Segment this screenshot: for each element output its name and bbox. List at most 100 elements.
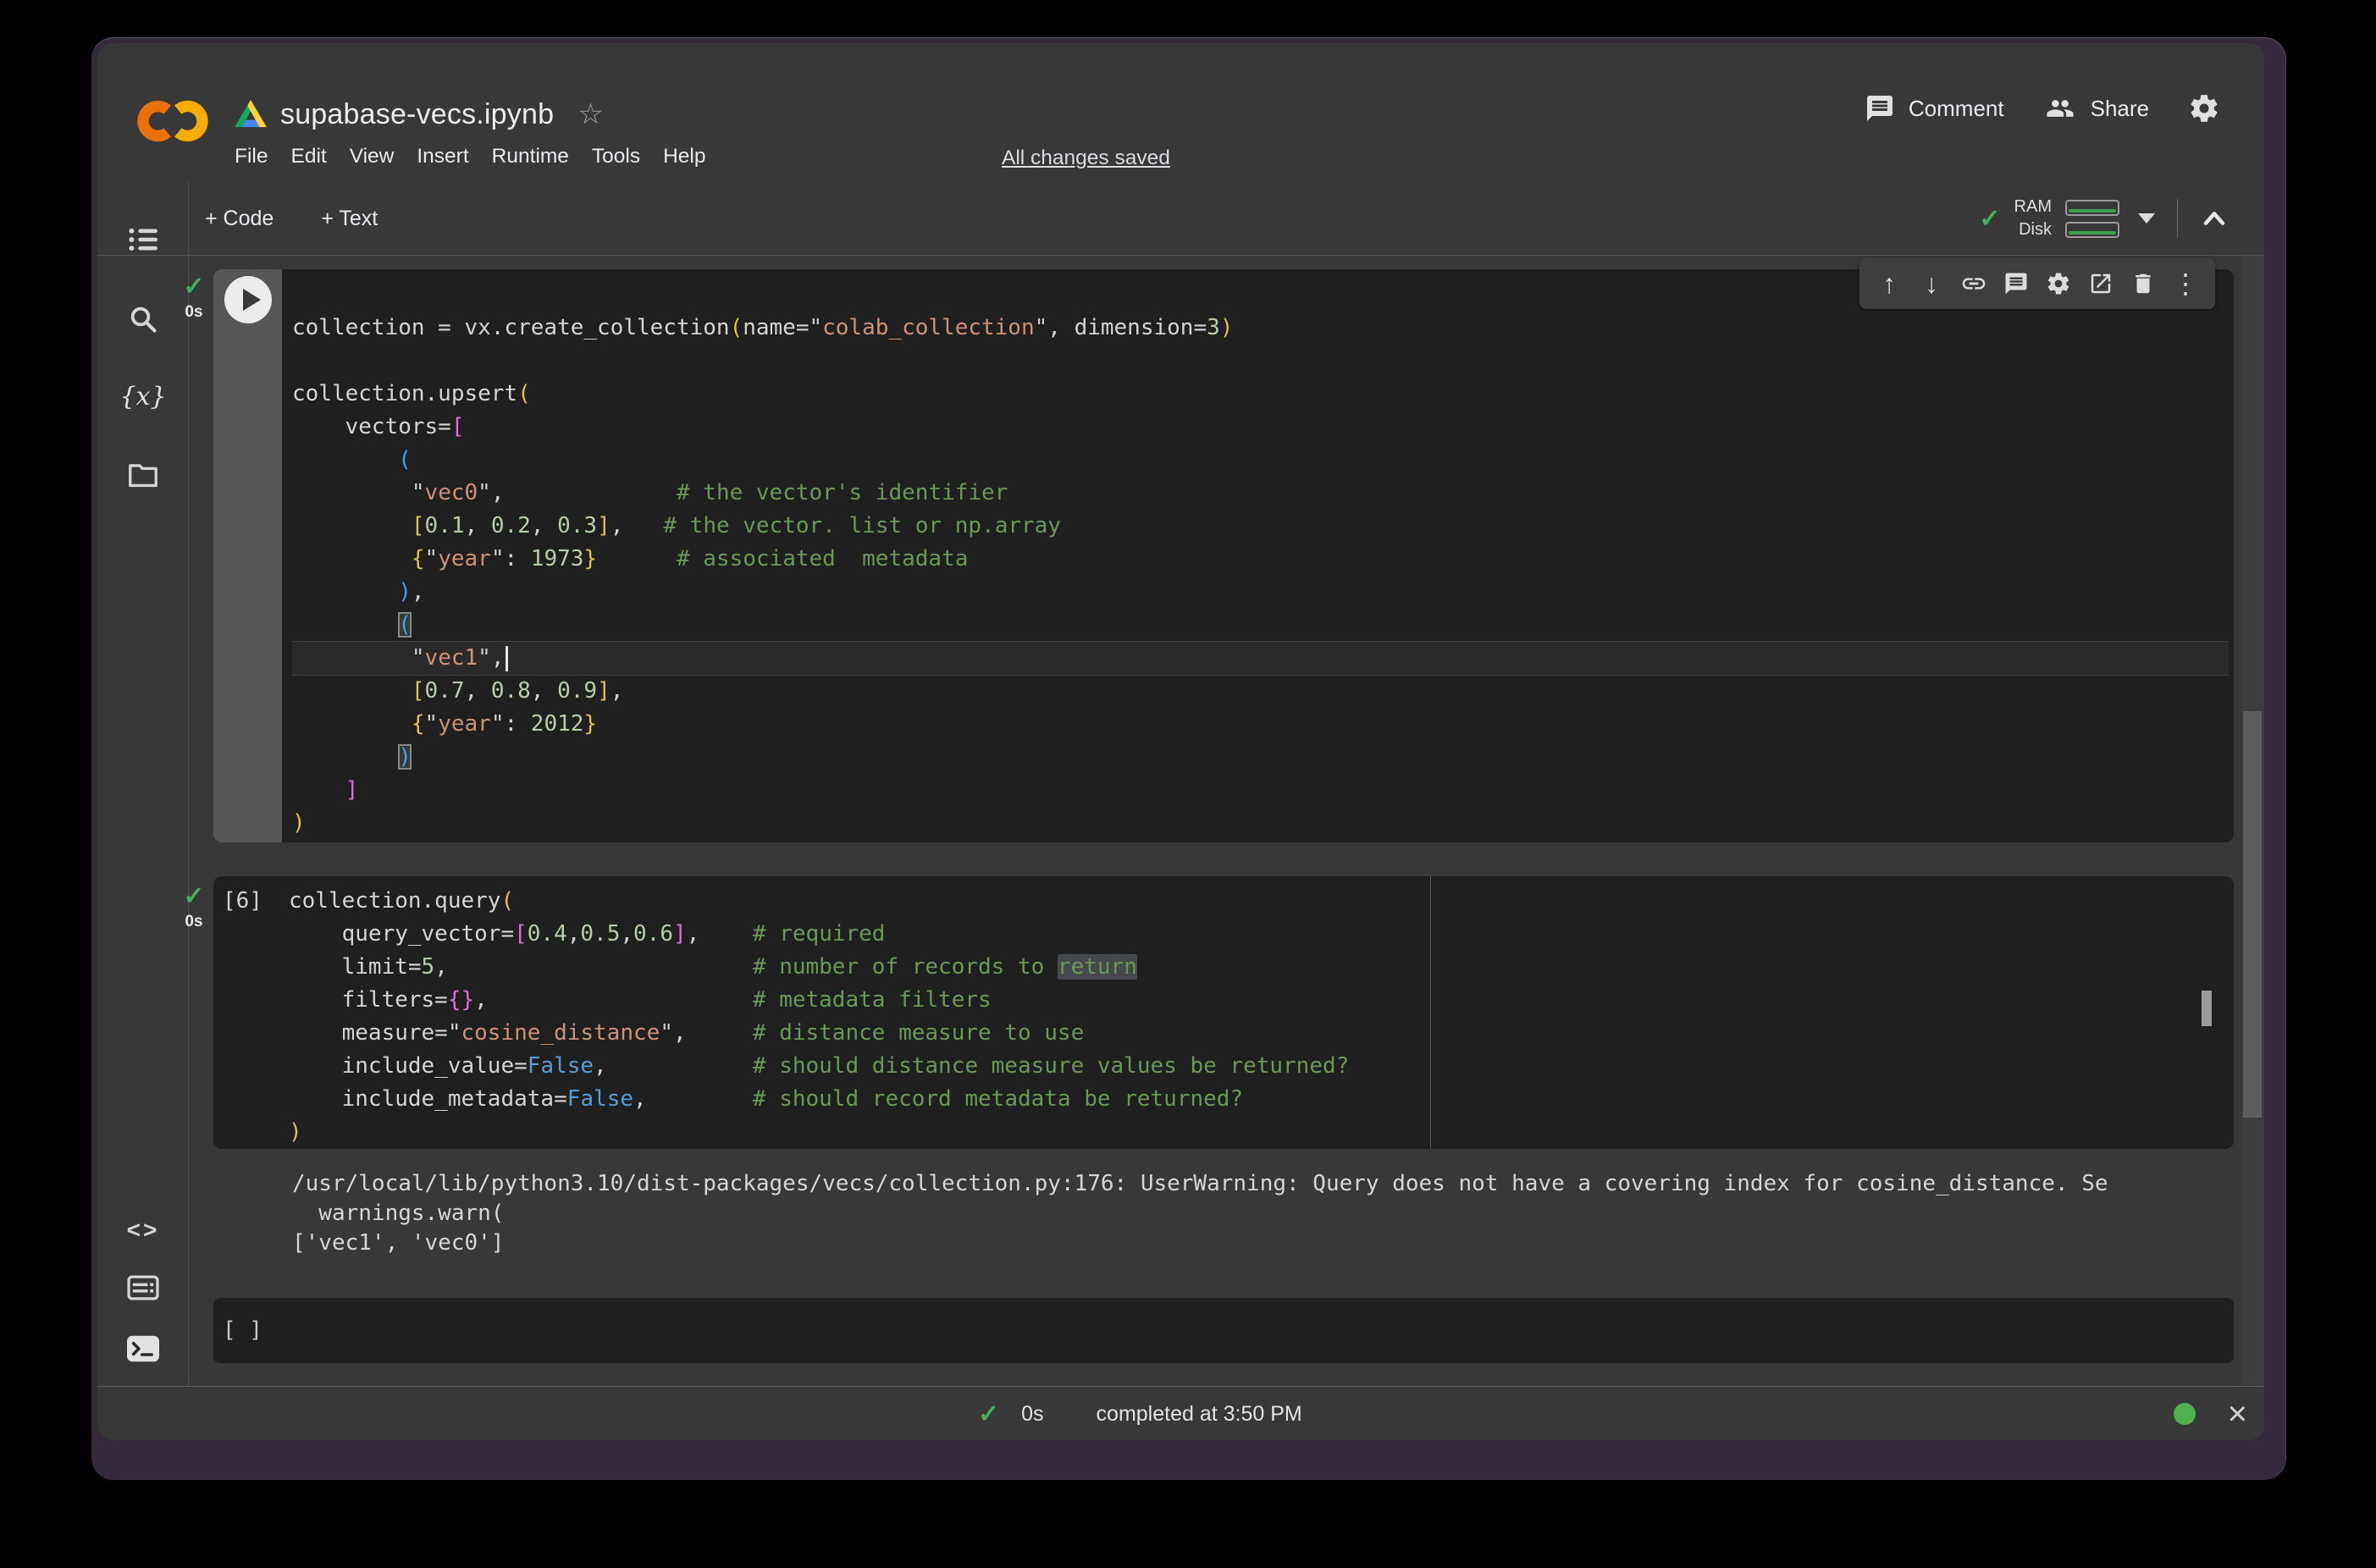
code-line[interactable]: ) — [292, 741, 2229, 774]
text-cursor — [506, 646, 508, 671]
share-button[interactable]: Share — [2043, 94, 2149, 123]
notebook-scrollbar-thumb[interactable] — [2243, 711, 2262, 1118]
settings-gear-icon[interactable] — [2188, 92, 2220, 124]
app-header: supabase-vecs.ipynb ☆ File Edit View Insert… — [97, 43, 2264, 182]
code-line[interactable]: limit=5, # number of records to return — [289, 951, 2229, 984]
divider — [2177, 199, 2178, 238]
variables-icon[interactable]: {x} — [123, 376, 163, 417]
menu-item-view[interactable]: View — [350, 145, 395, 168]
run-cell-button[interactable] — [224, 275, 273, 324]
code-line[interactable]: query_vector=[0.4,0.5,0.6], # required — [289, 918, 2229, 951]
cell-exec-time: 0s — [175, 303, 213, 322]
menu-item-edit[interactable]: Edit — [290, 145, 326, 168]
command-palette-icon[interactable] — [123, 1267, 163, 1308]
code-line[interactable]: [0.7, 0.8, 0.9], — [292, 675, 2229, 708]
cell2-status: ✓ 0s — [175, 881, 213, 931]
notebook-scrollbar-track[interactable] — [2241, 256, 2264, 1386]
code-line[interactable]: ] — [292, 774, 2229, 807]
code-line[interactable]: ), — [292, 576, 2229, 609]
ram-label: RAM — [2014, 196, 2052, 218]
status-duration: 0s — [1021, 1402, 1043, 1427]
editor-ruler — [1430, 876, 1431, 1149]
comment-icon — [1865, 93, 1895, 124]
code-line[interactable]: "vec1", — [292, 642, 2229, 675]
cell-toolbar: ↑ ↓ ⋮ — [1859, 258, 2215, 309]
code-snippets-icon[interactable]: <> — [123, 1210, 163, 1251]
cell-success-check-icon: ✓ — [175, 881, 213, 911]
code-line[interactable]: {"year": 2012} — [292, 708, 2229, 741]
code-cell-2[interactable]: [6] collection.query( query_vector=[0.4,… — [213, 876, 2234, 1149]
people-icon — [2043, 94, 2077, 123]
move-down-icon[interactable]: ↓ — [1910, 263, 1953, 304]
execution-count: [6] — [223, 885, 262, 918]
close-statusbar-icon[interactable]: × — [2228, 1397, 2247, 1431]
execution-statusbar: ✓ 0s completed at 3:50 PM × — [97, 1386, 2264, 1440]
code-line[interactable]: {"year": 1973} # associated metadata — [292, 543, 2229, 576]
code-cell-1[interactable]: collection = vx.create_collection(name="… — [213, 269, 2234, 842]
cell1-status: ✓ 0s — [175, 272, 213, 322]
table-of-contents-icon[interactable] — [123, 219, 163, 260]
code-line[interactable]: ( — [292, 444, 2229, 477]
cell-success-check-icon: ✓ — [175, 272, 213, 301]
move-up-icon[interactable]: ↑ — [1868, 263, 1910, 304]
more-options-icon[interactable]: ⋮ — [2164, 263, 2207, 304]
colab-window: supabase-vecs.ipynb ☆ File Edit View Insert… — [97, 43, 2264, 1440]
code-line[interactable]: ( — [292, 609, 2229, 642]
code-line[interactable]: collection = vx.create_collection(name="… — [292, 312, 2229, 345]
drive-icon — [235, 100, 267, 129]
search-icon[interactable] — [123, 299, 163, 340]
menubar: File Edit View Insert Runtime Tools Help — [235, 145, 705, 168]
code-line[interactable]: "vec0", # the vector's identifier — [292, 477, 2229, 510]
resources-dropdown-icon[interactable] — [2138, 213, 2155, 224]
files-icon[interactable] — [123, 455, 163, 495]
code-line[interactable]: ) — [292, 807, 2229, 840]
menu-item-tools[interactable]: Tools — [592, 145, 640, 168]
code-line[interactable]: collection.query( — [289, 885, 2229, 918]
add-code-button[interactable]: + Code — [205, 207, 274, 231]
menu-item-help[interactable]: Help — [663, 145, 705, 168]
code-line[interactable]: vectors=[ — [292, 411, 2229, 444]
mirror-cell-icon[interactable] — [2080, 263, 2122, 304]
save-status-link[interactable]: All changes saved — [1002, 146, 1170, 170]
output-line: ['vec1', 'vec0'] — [292, 1228, 2108, 1258]
delete-cell-icon[interactable] — [2122, 263, 2164, 304]
code-editor-2[interactable]: collection.query( query_vector=[0.4,0.5,… — [289, 885, 2229, 1149]
ram-usage-bar — [2065, 200, 2119, 216]
notebook-toolbar: + Code + Text ✓ RAM Disk — [97, 182, 2264, 256]
cell-exec-time: 0s — [175, 913, 213, 931]
status-check-icon: ✓ — [978, 1400, 999, 1429]
resources-widget[interactable]: ✓ RAM Disk — [1979, 185, 2229, 251]
disk-usage-bar — [2065, 222, 2119, 238]
collapse-toolbar-icon[interactable] — [2200, 206, 2229, 231]
code-line[interactable]: measure="cosine_distance", # distance me… — [289, 1017, 2229, 1050]
comment-button[interactable]: Comment — [1865, 93, 2004, 124]
code-line[interactable]: include_metadata=False, # should record … — [289, 1083, 2229, 1116]
kernel-status-dot — [2174, 1403, 2196, 1425]
code-line[interactable]: ) — [289, 1116, 2229, 1149]
star-icon[interactable]: ☆ — [577, 97, 603, 131]
menu-item-insert[interactable]: Insert — [417, 145, 468, 168]
add-text-button[interactable]: + Text — [321, 207, 378, 231]
disk-label: Disk — [2014, 218, 2052, 241]
add-comment-icon[interactable] — [1995, 263, 2037, 304]
code-line[interactable] — [292, 345, 2229, 378]
cell-output: /usr/local/lib/python3.10/dist-packages/… — [292, 1169, 2108, 1258]
code-line[interactable]: [0.1, 0.2, 0.3], # the vector. list or n… — [292, 510, 2229, 543]
sidebar-divider — [188, 182, 189, 1386]
link-icon[interactable] — [1953, 263, 1995, 304]
status-message: completed at 3:50 PM — [1097, 1402, 1302, 1427]
connected-check-icon: ✓ — [1979, 204, 2000, 234]
terminal-icon[interactable] — [123, 1328, 163, 1369]
code-cell-empty[interactable]: [ ] — [213, 1298, 2234, 1363]
colab-logo[interactable] — [135, 91, 213, 152]
cell-settings-gear-icon[interactable] — [2037, 263, 2080, 304]
menu-item-runtime[interactable]: Runtime — [492, 145, 569, 168]
code-editor-1[interactable]: collection = vx.create_collection(name="… — [292, 312, 2229, 840]
editor-scrollbar-thumb[interactable] — [2202, 991, 2212, 1026]
menu-item-file[interactable]: File — [235, 145, 268, 168]
empty-prompt: [ ] — [223, 1298, 262, 1363]
code-line[interactable]: filters={}, # metadata filters — [289, 984, 2229, 1017]
code-line[interactable]: include_value=False, # should distance m… — [289, 1050, 2229, 1083]
code-line[interactable]: collection.upsert( — [292, 378, 2229, 411]
notebook-title[interactable]: supabase-vecs.ipynb — [280, 98, 554, 131]
